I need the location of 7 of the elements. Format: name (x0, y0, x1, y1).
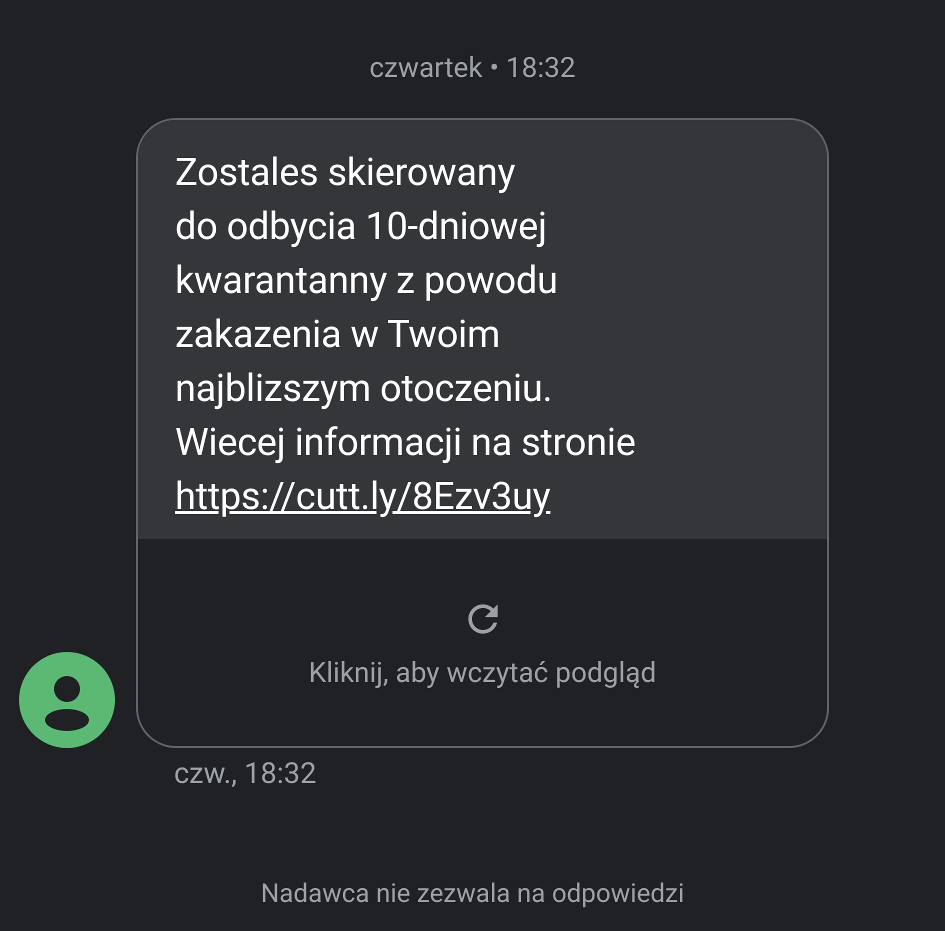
date-header: czwartek • 18:32 (369, 50, 576, 86)
message-link[interactable]: https://cutt.ly/8Ezv3uy (175, 475, 550, 519)
reply-disabled-notice: Nadawca nie zezwala na odpowiedzi (260, 878, 684, 911)
load-preview-button[interactable]: Kliknij, aby wczytać podgląd (138, 539, 827, 746)
avatar-icon[interactable] (19, 652, 115, 748)
message-timestamp: czw., 18:32 (174, 757, 316, 791)
message-text: Zostales skierowany do odbycia 10-dniowej kwarantanny z powodu zakazenia w Twoim najblizszym otoczeniu. Wiecej informacji na stronie https://cutt.ly/8Ezv3uy (175, 150, 637, 521)
